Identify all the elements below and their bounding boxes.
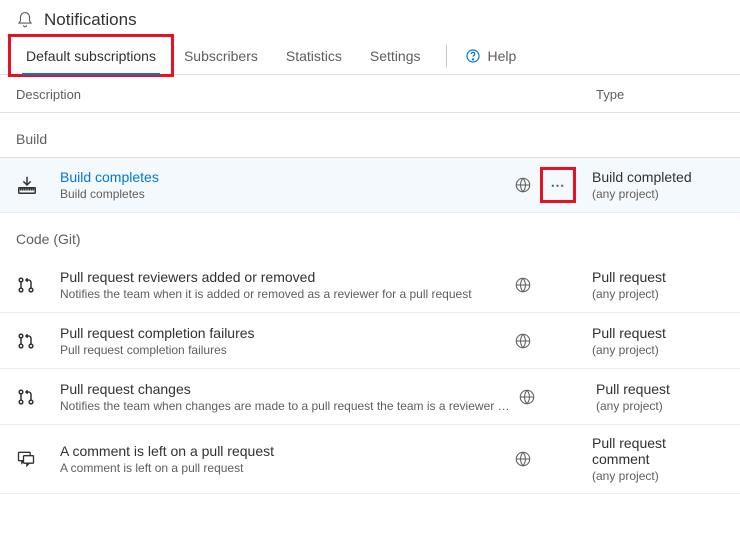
type-scope: (any project) (592, 287, 724, 301)
comment-icon (16, 449, 48, 469)
row-type: Build completed (any project) (576, 169, 724, 201)
row-type: Pull request (any project) (580, 381, 724, 413)
tab-statistics[interactable]: Statistics (272, 38, 356, 74)
row-main: A comment is left on a pull request A co… (48, 443, 506, 475)
subscription-row[interactable]: A comment is left on a pull request A co… (0, 425, 740, 494)
help-label: Help (487, 48, 516, 64)
subscription-title: Pull request changes (60, 381, 510, 397)
subscription-title: A comment is left on a pull request (60, 443, 506, 459)
type-title: Pull request (596, 381, 724, 397)
ellipsis-icon: ⋯ (544, 171, 572, 199)
globe-icon (506, 176, 540, 194)
subscription-row[interactable]: Pull request completion failures Pull re… (0, 313, 740, 369)
row-type: Pull request (any project) (576, 325, 724, 357)
subscription-row[interactable]: Pull request changes Notifies the team w… (0, 369, 740, 425)
tab-settings[interactable]: Settings (356, 38, 435, 74)
pull-request-icon (16, 387, 48, 407)
tab-subscribers[interactable]: Subscribers (170, 38, 272, 74)
subscription-subtitle: Build completes (60, 187, 506, 201)
subscription-subtitle: Notifies the team when it is added or re… (60, 287, 506, 301)
column-description: Description (16, 87, 506, 102)
type-title: Pull request comment (592, 435, 724, 467)
help-link[interactable]: Help (459, 38, 522, 74)
row-type: Pull request comment (any project) (576, 435, 724, 483)
page-title: Notifications (44, 10, 137, 30)
row-type: Pull request (any project) (576, 269, 724, 301)
subscription-subtitle: Notifies the team when changes are made … (60, 399, 510, 413)
section-build-title: Build (0, 113, 740, 157)
build-icon (16, 174, 48, 196)
subscription-row[interactable]: Build completes Build completes ⋯ Build … (0, 157, 740, 213)
type-scope: (any project) (592, 187, 724, 201)
divider (446, 45, 447, 67)
help-icon (465, 48, 481, 64)
subscription-subtitle: A comment is left on a pull request (60, 461, 506, 475)
column-type: Type (506, 87, 724, 102)
tab-default-subscriptions[interactable]: Default subscriptions (12, 38, 170, 74)
more-actions[interactable]: ⋯ (540, 171, 576, 199)
bell-icon (16, 11, 34, 29)
type-scope: (any project) (592, 343, 724, 357)
row-main: Pull request reviewers added or removed … (48, 269, 506, 301)
type-scope: (any project) (596, 399, 724, 413)
pull-request-icon (16, 331, 48, 351)
type-title: Pull request (592, 325, 724, 341)
globe-icon (510, 388, 544, 406)
subscription-row[interactable]: Pull request reviewers added or removed … (0, 257, 740, 313)
type-title: Pull request (592, 269, 724, 285)
subscription-title: Pull request reviewers added or removed (60, 269, 506, 285)
column-headers: Description Type (0, 75, 740, 113)
page-header: Notifications (0, 0, 740, 38)
tab-bar: Default subscriptions Subscribers Statis… (0, 38, 740, 75)
globe-icon (506, 332, 540, 350)
type-scope: (any project) (592, 469, 724, 483)
subscription-title[interactable]: Build completes (60, 169, 506, 185)
globe-icon (506, 276, 540, 294)
pull-request-icon (16, 275, 48, 295)
type-title: Build completed (592, 169, 724, 185)
globe-icon (506, 450, 540, 468)
row-main: Build completes Build completes (48, 169, 506, 201)
row-main: Pull request completion failures Pull re… (48, 325, 506, 357)
subscription-title: Pull request completion failures (60, 325, 506, 341)
subscription-subtitle: Pull request completion failures (60, 343, 506, 357)
row-main: Pull request changes Notifies the team w… (48, 381, 510, 413)
section-code-git-title: Code (Git) (0, 213, 740, 257)
